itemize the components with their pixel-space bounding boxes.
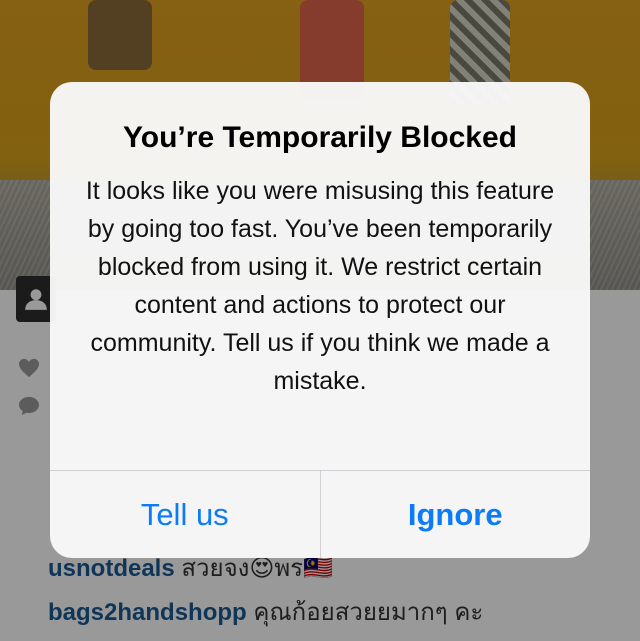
blocked-alert-dialog: You’re Temporarily Blocked It looks like… — [50, 82, 590, 558]
alert-message: It looks like you were misusing this fea… — [85, 177, 555, 395]
alert-button-row: Tell us Ignore — [50, 470, 590, 558]
ignore-button[interactable]: Ignore — [321, 471, 591, 558]
alert-title: You’re Temporarily Blocked — [123, 121, 517, 154]
tell-us-button[interactable]: Tell us — [50, 471, 321, 558]
